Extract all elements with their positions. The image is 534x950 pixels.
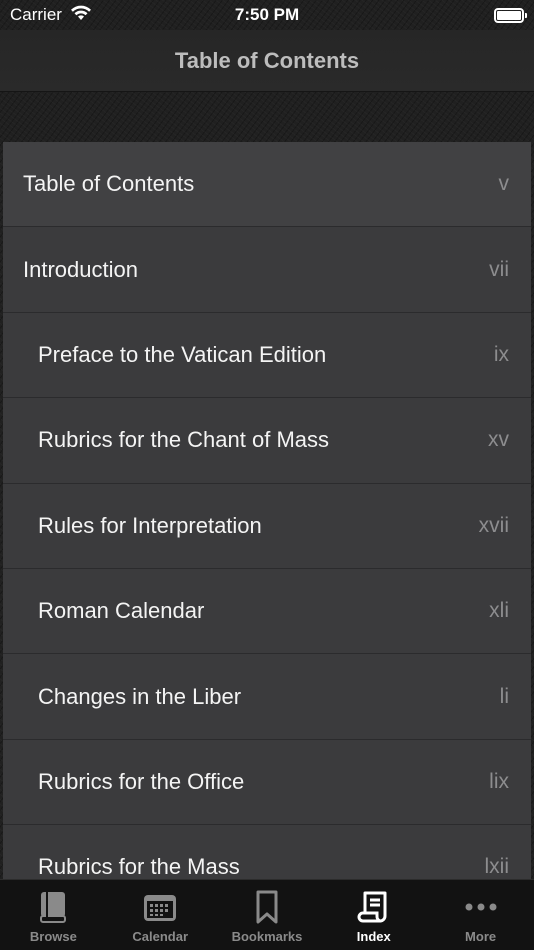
- tab-label: Browse: [29, 929, 77, 944]
- toc-item-page: xvii: [478, 513, 509, 537]
- toc-item-page: li: [499, 684, 509, 708]
- toc-item-title: Roman Calendar: [38, 598, 205, 624]
- tab-bar: Browse Calendar Bookmarks Index More: [0, 879, 534, 950]
- tab-calendar[interactable]: Calendar: [107, 880, 214, 950]
- more-icon: [464, 889, 498, 925]
- bookmark-icon: [250, 889, 284, 925]
- toc-item-page: xli: [489, 599, 509, 623]
- toc-item-title: Rules for Interpretation: [38, 512, 262, 538]
- toc-list[interactable]: Table of Contents v Introduction vii Pre…: [3, 142, 531, 879]
- toc-row-preface[interactable]: Preface to the Vatican Edition ix: [3, 312, 531, 399]
- calendar-icon: [143, 889, 177, 925]
- tab-more[interactable]: More: [427, 880, 534, 950]
- navigation-bar: Table of Contents: [0, 30, 534, 92]
- toc-item-title: Preface to the Vatican Edition: [38, 341, 327, 367]
- toc-item-title: Changes in the Liber: [38, 683, 242, 709]
- toc-item-page: lxii: [484, 855, 510, 879]
- tab-label: More: [465, 929, 497, 944]
- page-title: Table of Contents: [174, 47, 360, 73]
- app-screen: Carrier 7:50 PM Table of Contents Table …: [0, 0, 534, 950]
- tab-index[interactable]: Index: [320, 880, 427, 950]
- tab-bookmarks[interactable]: Bookmarks: [214, 880, 321, 950]
- tab-label: Bookmarks: [231, 929, 303, 944]
- toc-row-table-of-contents[interactable]: Table of Contents v: [3, 142, 531, 228]
- carrier-label: Carrier: [10, 5, 62, 24]
- tab-label: Index: [356, 929, 391, 944]
- status-time: 7:50 PM: [234, 5, 300, 24]
- toc-row-changes-liber[interactable]: Changes in the Liber li: [3, 654, 531, 740]
- toc-row-introduction[interactable]: Introduction vii: [3, 227, 531, 313]
- tab-label: Calendar: [132, 929, 189, 944]
- toc-item-page: xv: [488, 428, 509, 452]
- toc-row-rubrics-chant[interactable]: Rubrics for the Chant of Mass xv: [3, 398, 531, 484]
- status-left: Carrier: [10, 5, 170, 26]
- toc-item-page: v: [498, 172, 510, 196]
- toc-item-title: Rubrics for the Mass: [38, 854, 240, 879]
- scroll-icon: [357, 889, 391, 925]
- status-bar: Carrier 7:50 PM: [0, 0, 534, 30]
- toc-row-rubrics-mass[interactable]: Rubrics for the Mass lxii: [3, 825, 531, 879]
- toc-item-title: Rubrics for the Chant of Mass: [38, 427, 330, 453]
- toc-item-page: ix: [493, 342, 509, 366]
- battery-icon: [494, 7, 527, 23]
- book-icon: [36, 889, 70, 925]
- toc-row-rubrics-office[interactable]: Rubrics for the Office lix: [3, 739, 531, 826]
- toc-row-rules-interpretation[interactable]: Rules for Interpretation xvii: [3, 483, 531, 569]
- toc-row-roman-calendar[interactable]: Roman Calendar xli: [3, 568, 531, 655]
- status-right: [364, 7, 527, 23]
- toc-item-page: lix: [489, 769, 509, 793]
- toc-item-page: vii: [489, 257, 509, 281]
- wifi-icon: [70, 5, 92, 26]
- toc-item-title: Rubrics for the Office: [38, 768, 245, 794]
- toc-item-title: Introduction: [23, 256, 138, 282]
- tab-browse[interactable]: Browse: [0, 880, 107, 950]
- toc-item-title: Table of Contents: [23, 171, 195, 197]
